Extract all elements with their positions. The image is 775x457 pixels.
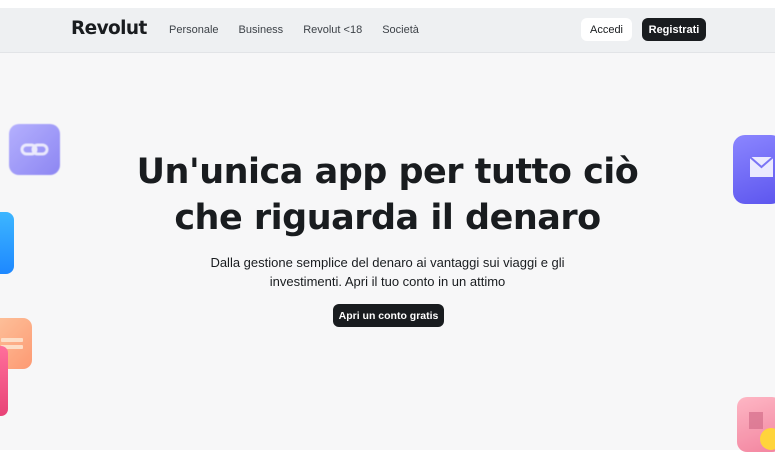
nav-item-personale[interactable]: Personale	[169, 24, 219, 36]
main-nav: Personale Business Revolut <18 Società	[169, 24, 439, 36]
signup-button[interactable]: Registrati	[642, 18, 706, 41]
login-button[interactable]: Accedi	[581, 18, 632, 41]
pink-app-tile	[0, 346, 8, 416]
revolut-logo[interactable]: Revolut	[71, 18, 147, 39]
hero-title: Un'unica app per tutto ciò che riguarda …	[0, 149, 775, 241]
hero-subtitle-line-1: Dalla gestione semplice del denaro ai va…	[210, 255, 565, 270]
hero-title-line-1: Un'unica app per tutto ciò	[136, 152, 639, 192]
nav-item-societa[interactable]: Società	[382, 24, 419, 36]
hero-subtitle-line-2: investimenti. Apri il tuo conto in un at…	[269, 274, 506, 289]
top-navigation-bar: Revolut Personale Business Revolut <18 S…	[0, 8, 775, 53]
open-account-button[interactable]: Apri un conto gratis	[333, 304, 444, 327]
nav-item-revolut-under-18[interactable]: Revolut <18	[303, 24, 362, 36]
nav-item-business[interactable]: Business	[239, 24, 284, 36]
coin-icon	[760, 428, 775, 450]
hero-title-line-2: che riguarda il denaro	[174, 198, 601, 238]
hero-subtitle: Dalla gestione semplice del denaro ai va…	[0, 253, 775, 291]
